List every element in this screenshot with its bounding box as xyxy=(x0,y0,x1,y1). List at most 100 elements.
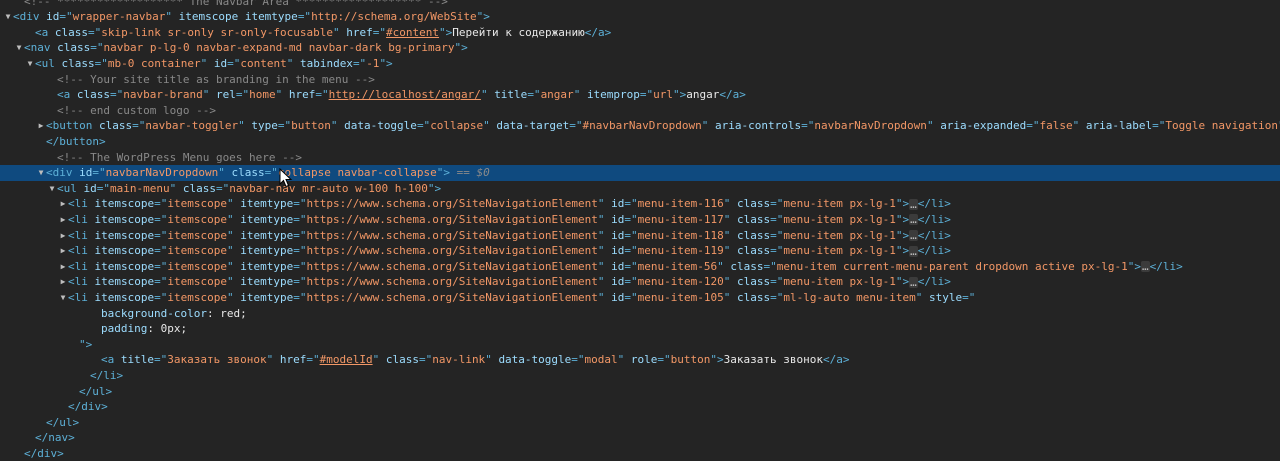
tag-text: " xyxy=(218,166,232,180)
attribute-name: class xyxy=(736,197,771,211)
collapse-triangle-right-icon[interactable]: ▶ xyxy=(58,243,68,259)
collapse-triangle-right-icon[interactable]: ▶ xyxy=(58,228,68,244)
attribute-name: class xyxy=(54,25,88,39)
attribute-value: http://schema.org/WebSite xyxy=(311,10,477,24)
expand-triangle-down-icon[interactable]: ▼ xyxy=(47,181,57,197)
dom-node-row[interactable]: ▼ <div id="wrapper-navbar" itemscope item… xyxy=(0,9,1280,25)
dom-node-row[interactable]: padding: 0px; xyxy=(0,321,1280,337)
dom-node-row[interactable]: </div> xyxy=(0,446,1280,461)
tag-text: <a xyxy=(101,353,121,367)
attribute-name: class xyxy=(730,259,764,273)
tag-text: =" xyxy=(94,56,108,70)
collapse-triangle-right-icon[interactable]: ▶ xyxy=(36,118,46,134)
dom-node-row[interactable]: </li> xyxy=(0,368,1280,384)
css-property: padding xyxy=(101,322,148,336)
collapsed-children-ellipsis[interactable]: … xyxy=(909,198,918,210)
dom-node-row-selected[interactable]: ▼ <div id="navbarNavDropdown" class="coll… xyxy=(0,165,1280,181)
dom-node-row[interactable]: <!-- ******************* The Navbar Area… xyxy=(0,0,1280,9)
dom-node-row[interactable]: <!-- Your site title as branding in the … xyxy=(0,72,1280,88)
collapse-triangle-right-icon[interactable]: ▶ xyxy=(58,259,68,275)
collapsed-children-ellipsis[interactable]: … xyxy=(1140,261,1150,273)
dom-node-row[interactable]: </div> xyxy=(0,399,1280,415)
dom-node-row[interactable]: ▼ <ul class="mb-0 container" id="content"… xyxy=(0,56,1280,72)
tag-text: =" xyxy=(293,212,307,226)
collapse-triangle-right-icon[interactable]: ▶ xyxy=(58,274,68,290)
tag-text: </ul> xyxy=(46,415,80,429)
tag-text: =" xyxy=(154,228,168,242)
collapse-triangle-right-icon[interactable]: ▶ xyxy=(58,212,68,228)
dom-node-row[interactable]: ▶ <button class="navbar-toggler" type="bu… xyxy=(0,118,1280,134)
dom-node-row[interactable]: <!-- The WordPress Menu goes here --> xyxy=(0,150,1280,166)
expand-triangle-down-icon[interactable]: ▼ xyxy=(36,165,46,181)
tag-text: <li xyxy=(68,244,95,258)
tag-text: "> xyxy=(895,275,910,289)
collapsed-children-ellipsis[interactable]: … xyxy=(909,245,918,257)
tag-text: " xyxy=(226,228,241,242)
attribute-value: menu-item px-lg-1 xyxy=(783,212,896,226)
attribute-name: id xyxy=(46,10,60,24)
dom-node-row[interactable]: ▼ <li itemscope="itemscope" itemtype="htt… xyxy=(0,290,1280,306)
attribute-link[interactable]: http://localhost/angar/ xyxy=(329,88,481,101)
tag-text: " xyxy=(617,353,631,367)
expand-triangle-down-icon[interactable]: ▼ xyxy=(58,290,68,306)
dom-node-row[interactable]: ▶ <li itemscope="itemscope" itemtype="htt… xyxy=(0,243,1280,259)
dom-node-row[interactable]: ▶ <li itemscope="itemscope" itemtype="htt… xyxy=(0,196,1280,212)
tag-text: </li> xyxy=(1149,259,1183,273)
dom-node-row[interactable]: <a title="Заказать звонок" href="#modelI… xyxy=(0,352,1280,368)
dom-node-row[interactable]: ▶ <li itemscope="itemscope" itemtype="htt… xyxy=(0,228,1280,244)
attribute-name: class xyxy=(736,290,771,304)
dom-node-row[interactable]: </ul> xyxy=(0,415,1280,431)
tag-text: </div> xyxy=(68,400,108,414)
dom-node-row[interactable]: </button> xyxy=(0,134,1280,150)
dom-node-row[interactable]: ▼ <ul id="main-menu" class="navbar-nav mr… xyxy=(0,181,1280,197)
collapsed-children-ellipsis[interactable]: … xyxy=(909,230,918,241)
attribute-link[interactable]: #content xyxy=(386,26,439,39)
dom-node-row[interactable]: ▶ <li itemscope="itemscope" itemtype="htt… xyxy=(0,274,1280,290)
attribute-name: id xyxy=(213,56,228,70)
dom-node-row[interactable]: <a class="navbar-brand" rel="home" href=… xyxy=(0,87,1280,103)
tag-text: "> xyxy=(895,228,910,242)
dom-node-row[interactable]: "> xyxy=(0,337,1280,353)
attribute-value: navbar-toggler xyxy=(145,119,239,133)
tag-text: </nav> xyxy=(35,431,75,445)
tag-text: <ul xyxy=(35,56,62,70)
expand-triangle-down-icon[interactable]: ▼ xyxy=(25,56,35,72)
dom-node-row[interactable]: ▼ <nav class="navbar p-lg-0 navbar-expand… xyxy=(0,40,1280,56)
tag-text: =" xyxy=(372,25,387,39)
attribute-value: menu-item-116 xyxy=(637,197,724,211)
dom-node-row[interactable]: <!-- end custom logo --> xyxy=(0,103,1280,119)
attribute-value: navbarNavDropdown xyxy=(105,166,219,180)
attribute-value: home xyxy=(249,88,276,102)
tag-text: " xyxy=(597,259,612,273)
collapsed-children-ellipsis[interactable]: … xyxy=(909,214,918,226)
attribute-value: itemscope xyxy=(167,290,227,304)
tag-text: " xyxy=(723,275,737,289)
tag-text: " xyxy=(226,197,241,211)
collapse-triangle-right-icon[interactable]: ▶ xyxy=(58,196,68,212)
tag-text: </li> xyxy=(917,244,951,258)
dom-node-row[interactable]: </nav> xyxy=(0,430,1280,446)
tag-text: " xyxy=(200,56,214,70)
attribute-name: role xyxy=(630,353,658,367)
attribute-value: itemscope xyxy=(167,259,227,273)
tag-text: =" xyxy=(293,290,307,304)
collapsed-children-ellipsis[interactable]: … xyxy=(909,276,918,288)
tag-text: "> xyxy=(895,212,910,226)
tag-text: =" xyxy=(770,275,784,289)
tag-text: =" xyxy=(770,228,784,242)
expand-triangle-down-icon[interactable]: ▼ xyxy=(14,40,24,56)
tag-text: </a> xyxy=(584,25,612,39)
expand-triangle-down-icon[interactable]: ▼ xyxy=(3,9,13,25)
attribute-link[interactable]: #modelId xyxy=(320,353,373,366)
dom-node-row[interactable]: background-color: red; xyxy=(0,306,1280,322)
tag-text: <li xyxy=(68,259,95,273)
attribute-value: #navbarNavDropdown xyxy=(582,119,702,133)
attribute-value: navbar-brand xyxy=(123,88,203,102)
tag-text: "> xyxy=(379,56,393,70)
dom-node-row[interactable]: </ul> xyxy=(0,384,1280,400)
dom-node-row[interactable]: <a class="skip-link sr-only sr-only-focu… xyxy=(0,25,1280,41)
tag-text: <button xyxy=(46,119,99,133)
dom-node-row[interactable]: ▶ <li itemscope="itemscope" itemtype="htt… xyxy=(0,212,1280,228)
text-node: Перейти к содержанию xyxy=(452,25,585,39)
dom-node-row[interactable]: ▶ <li itemscope="itemscope" itemtype="htt… xyxy=(0,259,1280,275)
